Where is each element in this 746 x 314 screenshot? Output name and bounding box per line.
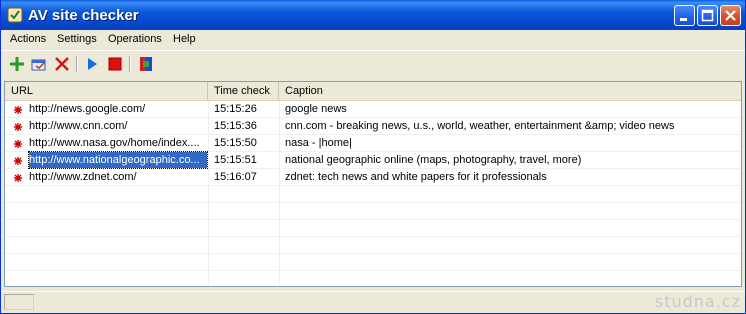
status-error-icon [14, 156, 22, 165]
menu-help[interactable]: Help [173, 33, 196, 45]
maximize-button[interactable] [697, 5, 718, 26]
url-cell: http://www.cnn.com/ [29, 120, 128, 132]
column-header-url[interactable]: URL [5, 82, 208, 100]
time-cell: 15:15:51 [214, 154, 257, 166]
watermark: studna.cz [654, 292, 741, 311]
caption-cell: nasa - |home| [285, 137, 352, 149]
status-bar: studna.cz [1, 291, 745, 313]
play-icon[interactable] [83, 55, 101, 73]
caption-cell: national geographic online (maps, photog… [285, 154, 582, 166]
app-window: AV site checker Actions Settings Operati… [0, 0, 746, 314]
caption-cell: cnn.com - breaking news, u.s., world, we… [285, 120, 675, 132]
window-title: AV site checker [28, 7, 139, 24]
time-cell: 15:15:26 [214, 103, 257, 115]
table-row[interactable]: http://www.zdnet.com/ 15:16:07 zdnet: te… [5, 169, 741, 185]
menu-actions[interactable]: Actions [10, 33, 46, 45]
toolbar [1, 50, 745, 77]
grid-line [5, 270, 741, 271]
toolbar-separator [129, 56, 131, 72]
table-row[interactable]: http://www.nasa.gov/home/index.... 15:15… [5, 135, 741, 151]
delete-icon[interactable] [53, 55, 71, 73]
grid-line [5, 236, 741, 237]
grid-line [5, 185, 741, 186]
time-cell: 15:16:07 [214, 171, 257, 183]
status-error-icon [14, 139, 22, 148]
time-cell: 15:15:50 [214, 137, 257, 149]
close-button[interactable] [720, 5, 741, 26]
url-cell: http://news.google.com/ [29, 103, 146, 115]
table-row-selected[interactable]: http://www.nationalgeographic.co... 15:1… [5, 151, 741, 169]
grid-line [5, 253, 741, 254]
stop-icon[interactable] [106, 55, 124, 73]
url-cell: http://www.zdnet.com/ [29, 171, 137, 183]
column-header-caption[interactable]: Caption [279, 82, 741, 100]
status-pane [4, 294, 34, 310]
url-cell: http://www.nationalgeographic.co... [28, 151, 208, 169]
status-error-icon [14, 122, 22, 131]
url-cell: http://www.nasa.gov/home/index.... [29, 137, 200, 149]
column-header-time[interactable]: Time check [208, 82, 279, 100]
title-bar[interactable]: AV site checker [1, 0, 745, 30]
status-error-icon [14, 105, 22, 114]
caption-cell: google news [285, 103, 347, 115]
caption-cell: zdnet: tech news and white papers for it… [285, 171, 547, 183]
minimize-button[interactable] [674, 5, 695, 26]
add-icon[interactable] [8, 55, 26, 73]
status-error-icon [14, 173, 22, 182]
menu-bar: Actions Settings Operations Help [1, 30, 745, 49]
table-row[interactable]: http://www.cnn.com/ 15:15:36 cnn.com - b… [5, 118, 741, 134]
edit-icon[interactable] [30, 55, 48, 73]
table-row[interactable]: http://news.google.com/ 15:15:26 google … [5, 101, 741, 117]
grid-line [5, 219, 741, 220]
app-icon[interactable] [7, 7, 23, 23]
site-list[interactable]: URL Time check Caption http://news.googl… [4, 81, 742, 287]
list-header: URL Time check Caption [5, 82, 741, 101]
toolbar-separator [76, 56, 78, 72]
menu-settings[interactable]: Settings [57, 33, 97, 45]
app-icon[interactable] [137, 55, 155, 73]
menu-operations[interactable]: Operations [108, 33, 162, 45]
grid-line [5, 202, 741, 203]
time-cell: 15:15:36 [214, 120, 257, 132]
